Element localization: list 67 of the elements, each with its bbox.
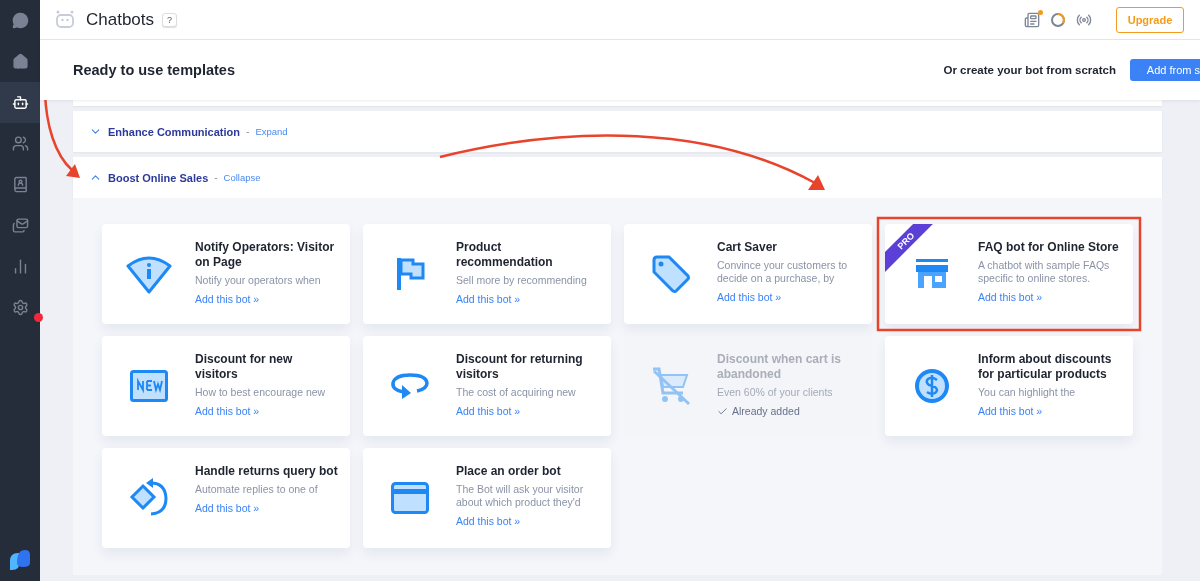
scratch-label: Or create your bot from scratch <box>943 64 1116 76</box>
add-bot-link[interactable]: Add this bot » <box>456 515 521 527</box>
card-description: Automate replies to one of <box>195 483 319 496</box>
card-title: Cart Saver <box>717 240 779 255</box>
chat-icon <box>11 12 29 29</box>
logo-icon <box>9 549 31 571</box>
category-title: Boost Online Sales <box>108 171 209 184</box>
news-icon[interactable] <box>1024 11 1040 28</box>
card-title: Notify Operators: Visitor on Page <box>195 240 336 270</box>
credit-card-icon <box>390 482 429 514</box>
rotate-arrow-icon <box>389 372 430 400</box>
flag-icon <box>394 257 425 291</box>
return-diamond-icon <box>128 478 169 518</box>
dollar-coin-icon <box>912 367 951 405</box>
card-title: Place an order bot <box>456 464 562 479</box>
bot-icon <box>54 9 76 30</box>
card-description: The cost of acquiring new <box>456 386 577 399</box>
section-heading: Ready to use templates <box>73 62 235 78</box>
card-title: Discount for new visitors <box>195 352 294 382</box>
card-description: Even 60% of your clients <box>717 386 834 399</box>
card-title: Discount for returning visitors <box>456 352 584 382</box>
cart-off-icon <box>650 366 691 406</box>
home-icon <box>11 53 29 70</box>
add-bot-link[interactable]: Add this bot » <box>456 293 521 305</box>
sidebar-item[interactable] <box>0 82 40 123</box>
card-title: Product recommendation <box>456 240 554 270</box>
card-description: Notify your operators when <box>195 274 322 287</box>
contacts-icon <box>11 176 29 193</box>
upgrade-button[interactable]: Upgrade <box>1116 6 1184 33</box>
people-icon <box>11 135 29 152</box>
card-title: Inform about discounts for particular products <box>978 352 1113 382</box>
store-icon <box>914 259 949 289</box>
added-status: Already added <box>717 405 860 417</box>
card-title: Discount when cart is abandoned <box>717 352 843 382</box>
add-bot-link[interactable]: Add this bot » <box>978 405 1043 417</box>
card-title: FAQ bot for Online Store <box>978 240 1120 255</box>
add-bot-link[interactable]: Add this bot » <box>195 405 260 417</box>
card-description: You can highlight the <box>978 386 1077 399</box>
toggle-link[interactable]: Expand <box>255 126 288 137</box>
category-row[interactable]: Enhance Communication - Expand <box>73 111 1162 152</box>
category-title: Enhance Communication <box>108 125 241 138</box>
toggle-link[interactable]: Collapse <box>223 172 261 183</box>
add-bot-link[interactable]: Add this bot » <box>978 291 1043 303</box>
add-bot-link[interactable]: Add this bot » <box>195 293 260 305</box>
card-description: Convince your customers to decide on a purchase, by <box>717 259 849 285</box>
check-icon <box>717 405 728 417</box>
separator: - <box>214 172 218 183</box>
price-tag-icon <box>650 254 691 294</box>
card-title: Handle returns query bot <box>195 464 338 479</box>
new-label-icon <box>129 370 168 402</box>
info-signal-icon <box>125 254 172 294</box>
separator: - <box>246 126 250 137</box>
bot-icon <box>11 94 29 111</box>
card-description: How to best encourage new <box>195 386 327 399</box>
add-bot-link[interactable]: Add this bot » <box>195 502 260 514</box>
add-from-scratch-button[interactable]: Add from s <box>1130 59 1200 81</box>
card-description: Sell more by recommending <box>456 274 588 287</box>
add-bot-link[interactable]: Add this bot » <box>717 291 782 303</box>
page-title: Chatbots <box>86 9 155 30</box>
help-button[interactable]: ? <box>162 12 178 27</box>
card-description: A chatbot with sample FAQs specific to online stores. <box>978 259 1111 285</box>
add-bot-link[interactable]: Add this bot » <box>456 405 521 417</box>
mail-icon <box>11 217 29 234</box>
progress-ring-icon[interactable] <box>1050 11 1066 28</box>
settings-icon <box>11 299 29 316</box>
card-description: The Bot will ask your visitor about which product they'd <box>456 483 585 509</box>
category-row[interactable]: Boost Online Sales - Collapse <box>73 157 1162 198</box>
